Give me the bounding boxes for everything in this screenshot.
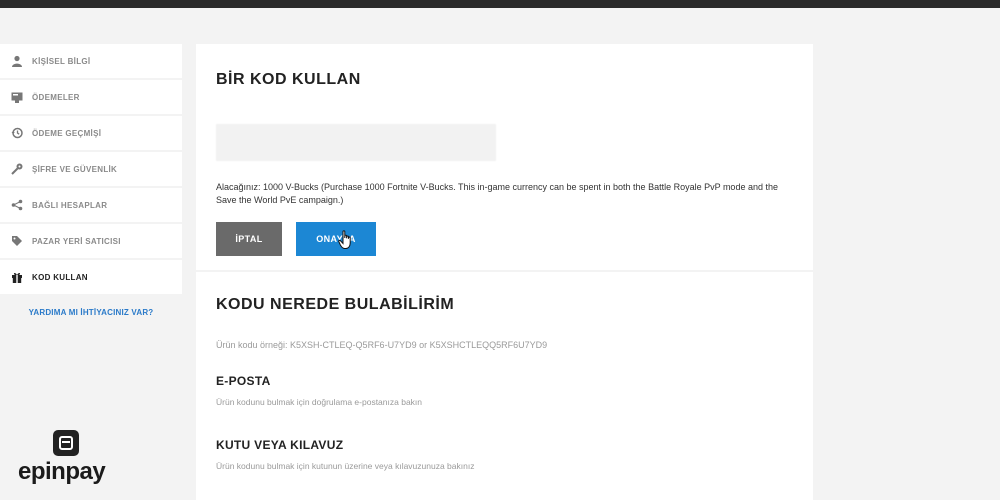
email-section-desc: Ürün kodunu bulmak için doğrulama e-post…	[216, 397, 423, 407]
code-example: Ürün kodu örneği: K5XSH-CTLEQ-Q5RF6-U7YD…	[216, 340, 548, 350]
sidebar-item-personal-info[interactable]: KİŞİSEL BİLGİ	[0, 44, 182, 78]
sidebar-item-label: BAĞLI HESAPLAR	[32, 200, 108, 210]
code-input[interactable]	[216, 124, 496, 161]
sidebar-item-redeem-code[interactable]: KOD KULLAN	[0, 260, 182, 294]
epinpay-logo-icon	[53, 430, 79, 456]
epinpay-logo: epinpay	[18, 428, 118, 492]
sidebar-item-payment-history[interactable]: ÖDEME GEÇMİŞİ	[0, 116, 182, 150]
sidebar-item-marketplace-seller[interactable]: PAZAR YERİ SATICISI	[0, 224, 182, 258]
sidebar-item-label: ÖDEME GEÇMİŞİ	[32, 128, 102, 138]
where-to-find-panel: KODU NEREDE BULABİLİRİM Ürün kodu örneği…	[196, 272, 813, 500]
sidebar-item-label: ŞİFRE VE GÜVENLİK	[32, 164, 118, 174]
logo-text: epinpay	[18, 458, 106, 485]
email-section-title: E-POSTA	[216, 374, 271, 388]
person-icon	[10, 54, 24, 68]
sidebar-item-label: PAZAR YERİ SATICISI	[32, 236, 121, 246]
cancel-button[interactable]: İPTAL	[216, 222, 282, 256]
sidebar-item-label: KOD KULLAN	[32, 272, 88, 282]
box-guide-section-title: KUTU VEYA KILAVUZ	[216, 438, 344, 452]
payment-icon	[10, 90, 24, 104]
share-icon	[10, 198, 24, 212]
redeem-code-panel: BİR KOD KULLAN Alacağınız: 1000 V-Bucks …	[196, 44, 813, 270]
sidebar: KİŞİSEL BİLGİ ÖDEMELER ÖDEME GEÇMİŞİ ŞİF…	[0, 44, 182, 317]
box-guide-section-desc: Ürün kodunu bulmak için kutunun üzerine …	[216, 461, 475, 471]
sidebar-item-password-security[interactable]: ŞİFRE VE GÜVENLİK	[0, 152, 182, 186]
help-link[interactable]: YARDIMA MI İHTİYACINIZ VAR?	[0, 308, 182, 317]
sidebar-item-payments[interactable]: ÖDEMELER	[0, 80, 182, 114]
sidebar-item-label: ÖDEMELER	[32, 92, 80, 102]
key-icon	[10, 162, 24, 176]
gift-icon	[10, 270, 24, 284]
redeem-title: BİR KOD KULLAN	[216, 71, 361, 88]
confirm-button[interactable]: ONAYLA	[296, 222, 376, 256]
hand-cursor-icon	[338, 230, 351, 249]
top-bar	[0, 0, 1000, 8]
history-icon	[10, 126, 24, 140]
sidebar-item-label: KİŞİSEL BİLGİ	[32, 56, 91, 66]
reward-description: Alacağınız: 1000 V-Bucks (Purchase 1000 …	[216, 182, 778, 205]
where-to-find-title: KODU NEREDE BULABİLİRİM	[216, 296, 455, 313]
sidebar-item-connected-accounts[interactable]: BAĞLI HESAPLAR	[0, 188, 182, 222]
tag-icon	[10, 234, 24, 248]
